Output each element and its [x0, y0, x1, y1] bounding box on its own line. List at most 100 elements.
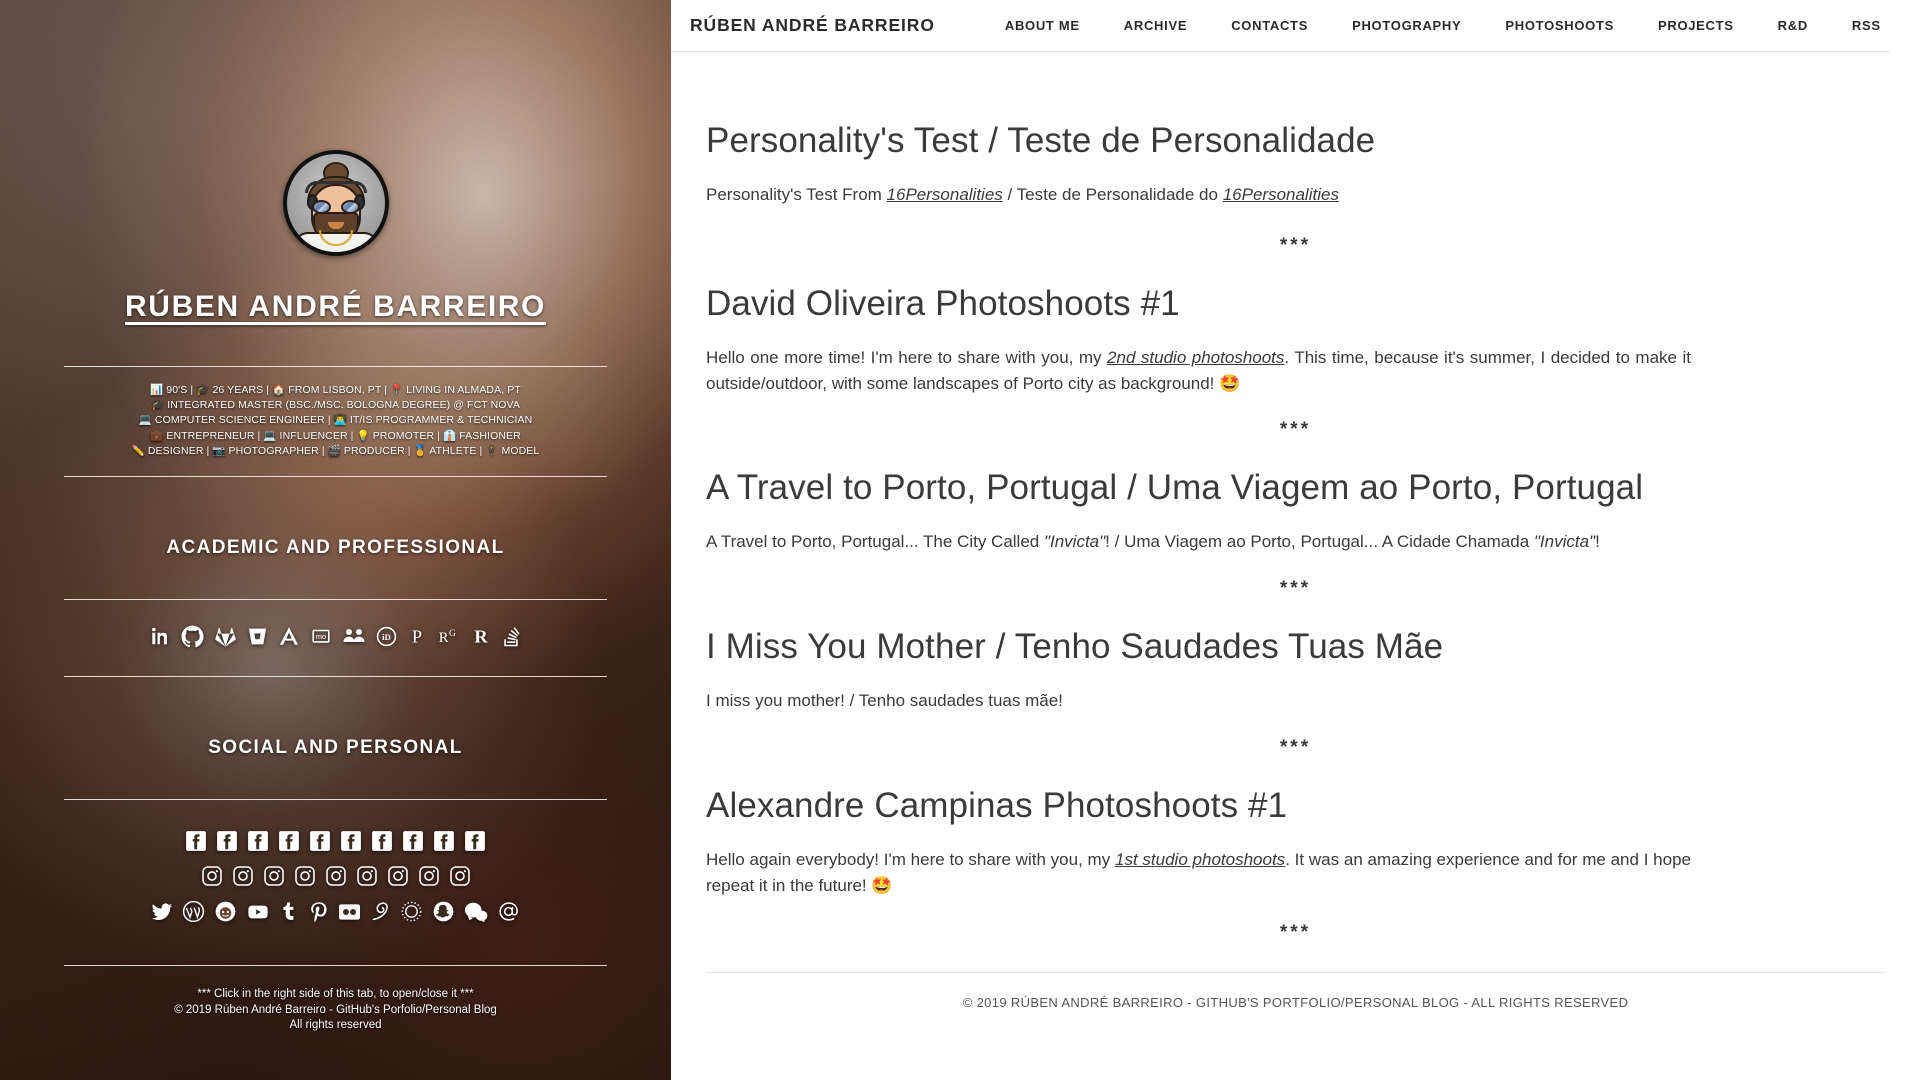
sidebar-footer-hint: *** Click in the right side of this tab,…: [197, 988, 474, 1001]
instagram-icon[interactable]: [232, 865, 254, 887]
instagram-icon[interactable]: [387, 865, 409, 887]
post-emphasis: "Invicta": [1533, 532, 1596, 551]
post-item: A Travel to Porto, Portugal / Uma Viagem…: [706, 467, 1885, 555]
facebook-icon[interactable]: [402, 830, 424, 852]
post-text: ! / Uma Viagem ao Porto, Portugal... A C…: [1105, 532, 1534, 551]
page-root: RÚBEN ANDRÉ BARREIRO 📊 90'S | 🎓 26 YEARS…: [0, 0, 1920, 1080]
post-separator: ***: [1279, 578, 1312, 599]
publons-icon[interactable]: P: [407, 625, 427, 647]
sidebar[interactable]: RÚBEN ANDRÉ BARREIRO 📊 90'S | 🎓 26 YEARS…: [0, 0, 671, 1080]
divider: [64, 366, 607, 367]
post-separator: ***: [1279, 922, 1312, 943]
flickr-icon[interactable]: [338, 903, 361, 921]
researchgate-icon[interactable]: RG: [437, 625, 461, 647]
linkedin-icon[interactable]: [149, 625, 171, 647]
gitlab-icon[interactable]: [214, 625, 237, 648]
facebook-icon[interactable]: [309, 830, 331, 852]
facebook-icon[interactable]: [433, 830, 455, 852]
bio-line: 📊 90'S | 🎓 26 YEARS | 🏠 FROM LISBON, PT …: [150, 384, 521, 396]
post-body: A Travel to Porto, Portugal... The City …: [706, 529, 1691, 555]
sidebar-name[interactable]: RÚBEN ANDRÉ BARREIRO: [125, 290, 546, 324]
academia-icon[interactable]: [278, 625, 300, 647]
post-separator: ***: [1279, 419, 1312, 440]
messenger-icon[interactable]: [464, 901, 488, 923]
email-at-icon[interactable]: [497, 900, 520, 923]
divider: [64, 476, 607, 478]
post-list: Personality's Test / Teste de Personalid…: [671, 120, 1920, 944]
misc-social-icon-row: [64, 900, 607, 923]
vero-icon[interactable]: [400, 900, 423, 923]
nav-item-rd[interactable]: R&D: [1756, 18, 1830, 33]
facebook-icon[interactable]: [464, 830, 486, 852]
nav-item-photoshoots[interactable]: PHOTOSHOOTS: [1483, 18, 1636, 33]
twitter-icon[interactable]: [151, 901, 173, 923]
instagram-icon[interactable]: [418, 865, 440, 887]
facebook-icon[interactable]: [340, 830, 362, 852]
post-link[interactable]: 16Personalities: [887, 185, 1003, 204]
post-link[interactable]: 16Personalities: [1223, 185, 1339, 204]
post-text: I miss you mother! / Tenho saudades tuas…: [706, 691, 1063, 710]
post-text: !: [1595, 532, 1600, 551]
researcherid-icon[interactable]: R: [471, 625, 491, 647]
nav-item-photography[interactable]: PHOTOGRAPHY: [1330, 18, 1483, 33]
post-title[interactable]: Alexandre Campinas Photoshoots #1: [706, 785, 1885, 827]
svg-text:R: R: [439, 630, 449, 646]
instagram-icon[interactable]: [201, 865, 223, 887]
pinterest-icon[interactable]: [308, 900, 329, 923]
instagram-icon[interactable]: [325, 865, 347, 887]
nav-item-archive[interactable]: ARCHIVE: [1102, 18, 1209, 33]
emoji: 🤩: [871, 876, 893, 895]
sidebar-footer: *** Click in the right side of this tab,…: [64, 987, 607, 1034]
facebook-icon-row: [64, 830, 607, 852]
stackoverflow-icon[interactable]: [501, 626, 522, 647]
instagram-icon[interactable]: [263, 865, 285, 887]
instagram-icon[interactable]: [294, 865, 316, 887]
site-brand[interactable]: RÚBEN ANDRÉ BARREIRO: [690, 15, 935, 36]
avatar[interactable]: [282, 150, 389, 256]
bio-line: 💻 COMPUTER SCIENCE ENGINEER | 👨‍💻 IT/IS …: [138, 414, 533, 427]
post-title[interactable]: Personality's Test / Teste de Personalid…: [706, 120, 1885, 162]
post-link[interactable]: 1st studio photoshoots: [1115, 850, 1285, 869]
mendeley-icon[interactable]: mo: [310, 625, 332, 647]
nav-item-about-me[interactable]: ABOUT ME: [983, 18, 1102, 33]
instagram-icon[interactable]: [449, 865, 471, 887]
500px-icon[interactable]: [370, 900, 391, 923]
reddit-icon[interactable]: [214, 900, 237, 923]
orcid-icon[interactable]: iD: [376, 626, 397, 647]
github-icon[interactable]: [181, 625, 204, 648]
post-text: Personality's Test From: [706, 185, 887, 204]
bio-line: ✏️ DESIGNER | 📷 PHOTOGRAPHER | 🎬 PRODUCE…: [131, 444, 540, 457]
wordpress-icon[interactable]: [182, 900, 205, 923]
nav-item-rss[interactable]: RSS: [1830, 18, 1903, 33]
bio-line: 🎓 INTEGRATED MASTER (BSC./MSC. BOLOGNA D…: [151, 399, 520, 412]
facebook-icon[interactable]: [247, 830, 269, 852]
post-title[interactable]: David Oliveira Photoshoots #1: [706, 283, 1885, 325]
post-body: Personality's Test From 16Personalities …: [706, 182, 1691, 208]
facebook-icon[interactable]: [278, 830, 300, 852]
post-link[interactable]: 2nd studio photoshoots: [1107, 348, 1284, 367]
facebook-icon[interactable]: [216, 830, 238, 852]
snapchat-icon[interactable]: [432, 900, 455, 923]
svg-text:G: G: [449, 629, 456, 639]
post-title[interactable]: I Miss You Mother / Tenho Saudades Tuas …: [706, 626, 1885, 668]
moodle-icon[interactable]: [342, 624, 366, 648]
post-body: Hello again everybody! I'm here to share…: [706, 847, 1691, 899]
section-title-social: SOCIAL AND PERSONAL: [208, 737, 463, 759]
facebook-icon[interactable]: [185, 830, 207, 852]
post-text: A Travel to Porto, Portugal... The City …: [706, 532, 1044, 551]
avatar-wrapper: [282, 150, 389, 256]
divider: [64, 676, 607, 678]
instagram-icon[interactable]: [356, 865, 378, 887]
svg-text:iD: iD: [382, 632, 391, 642]
nav-item-contacts[interactable]: CONTACTS: [1209, 18, 1330, 33]
svg-text:R: R: [474, 627, 488, 647]
post-item: Personality's Test / Teste de Personalid…: [706, 120, 1885, 208]
youtube-icon[interactable]: [246, 901, 270, 923]
bio-line: 💼 ENTREPRENEUR | 💻 INFLUENCER | 💡 PROMOT…: [150, 429, 521, 442]
post-title[interactable]: A Travel to Porto, Portugal / Uma Viagem…: [706, 467, 1885, 509]
bitbucket-icon[interactable]: [247, 626, 268, 647]
facebook-icon[interactable]: [371, 830, 393, 852]
academic-icon-row: mo iD P RG R: [64, 624, 607, 648]
nav-item-projects[interactable]: PROJECTS: [1636, 18, 1756, 33]
tumblr-icon[interactable]: [279, 900, 299, 923]
